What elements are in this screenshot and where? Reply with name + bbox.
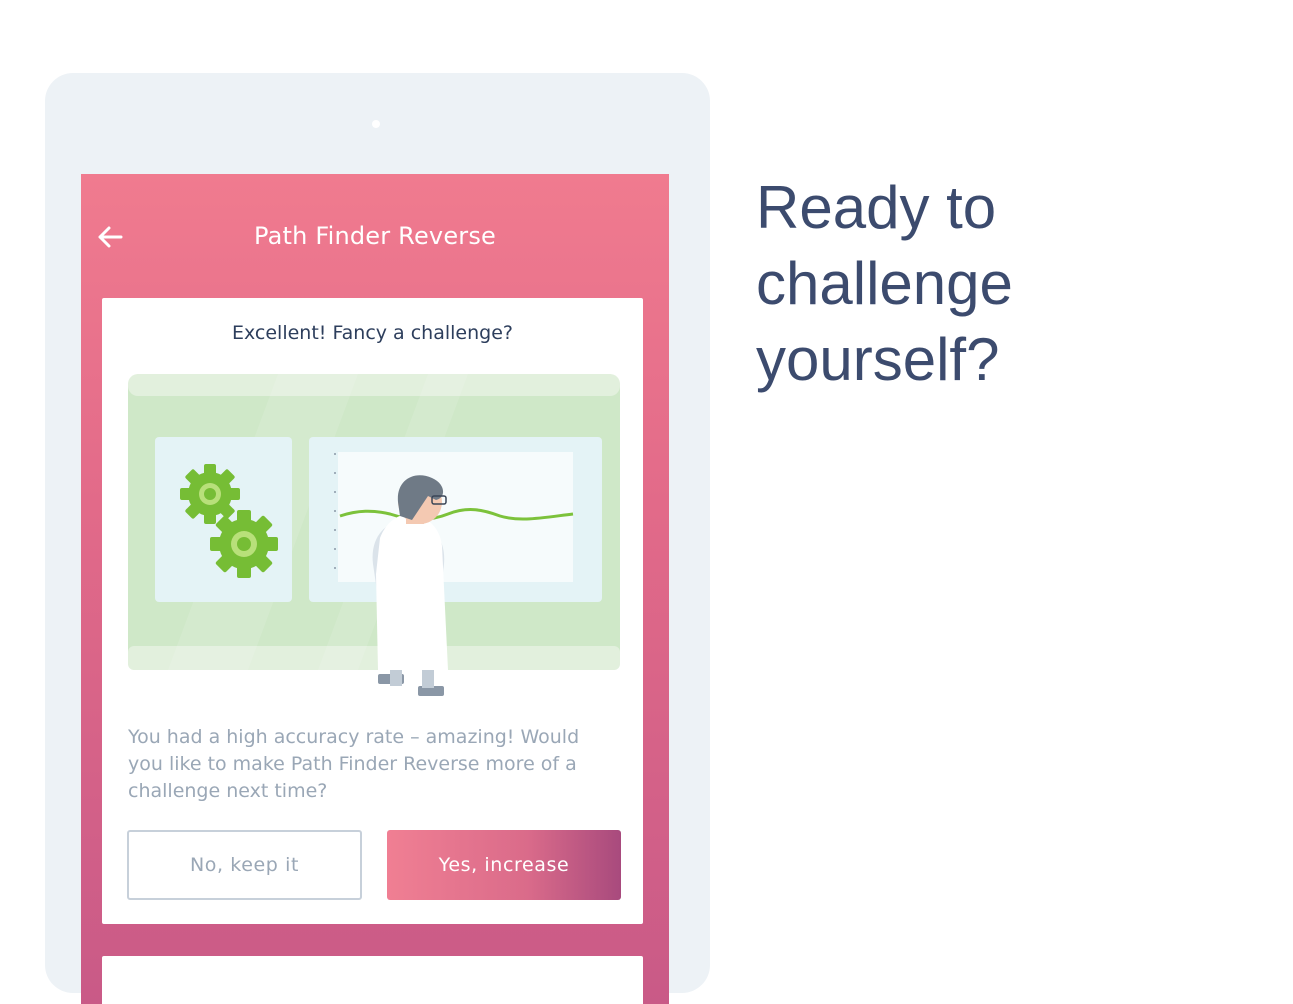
- tablet-frame: Path Finder Reverse Excellent! Fancy a c…: [45, 73, 710, 1004]
- dialog-body: You had a high accuracy rate – amazing! …: [128, 726, 580, 802]
- challenge-dialog: Excellent! Fancy a challenge? You had a …: [102, 298, 643, 924]
- headline-line: yourself?: [756, 326, 1000, 393]
- yes-increase-button[interactable]: Yes, increase: [387, 830, 621, 900]
- dialog-heading: Excellent! Fancy a challenge?: [232, 322, 513, 344]
- illustration-top-band: [128, 374, 620, 396]
- app-screen: Path Finder Reverse Excellent! Fancy a c…: [81, 174, 669, 1004]
- tablet-camera: [372, 120, 380, 128]
- no-keep-button[interactable]: No, keep it: [127, 830, 362, 900]
- next-card: [102, 956, 643, 1004]
- back-button[interactable]: [93, 220, 127, 254]
- arrow-left-icon: [98, 226, 123, 248]
- promo-headline: Ready to challenge yourself?: [756, 170, 1276, 398]
- headline-line: challenge: [756, 250, 1013, 317]
- headline-line: Ready to: [756, 174, 997, 241]
- scientist-illustration: [128, 374, 620, 696]
- app-title: Path Finder Reverse: [253, 222, 497, 250]
